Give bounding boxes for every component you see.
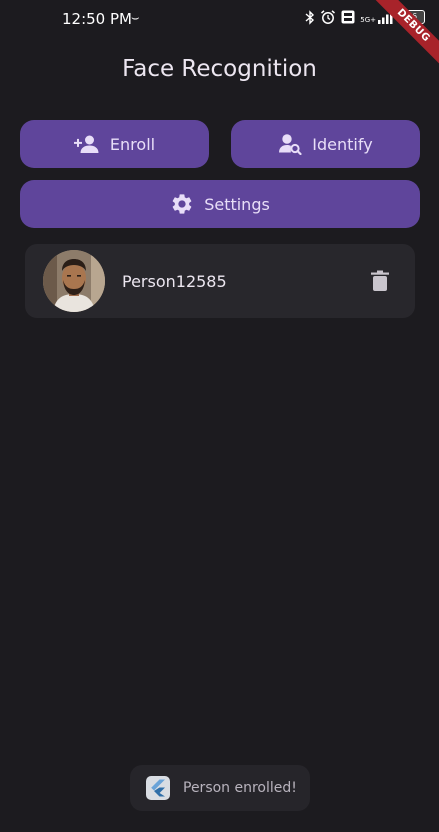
enroll-button[interactable]: Enroll	[20, 120, 209, 168]
identify-label: Identify	[312, 134, 373, 154]
person-add-icon	[73, 134, 100, 154]
settings-button[interactable]: Settings	[20, 180, 420, 228]
vo-lte-icon	[341, 10, 355, 24]
enroll-label: Enroll	[109, 134, 156, 154]
bluetooth-icon	[305, 9, 315, 25]
person-list-item[interactable]: Person12585	[25, 244, 415, 318]
identify-button[interactable]: Identify	[231, 120, 420, 168]
gear-icon	[170, 192, 194, 216]
person-name: Person12585	[122, 272, 227, 291]
settings-label: Settings	[204, 194, 270, 214]
avatar	[43, 250, 105, 312]
status-time: 12:50 PM	[62, 10, 132, 28]
network-type-label: 5G+	[360, 15, 376, 24]
toast-message: Person enrolled!	[130, 765, 310, 811]
flutter-app-icon	[146, 776, 170, 800]
person-search-icon	[278, 133, 302, 155]
alarm-icon	[320, 9, 336, 25]
delete-icon[interactable]	[370, 270, 390, 292]
page-title: Face Recognition	[122, 56, 317, 82]
status-notification-glyph: ⌣	[131, 11, 140, 26]
toast-text: Person enrolled!	[183, 780, 297, 796]
status-bar: 12:50 PM ⌣ 5G+ 56	[0, 0, 439, 38]
